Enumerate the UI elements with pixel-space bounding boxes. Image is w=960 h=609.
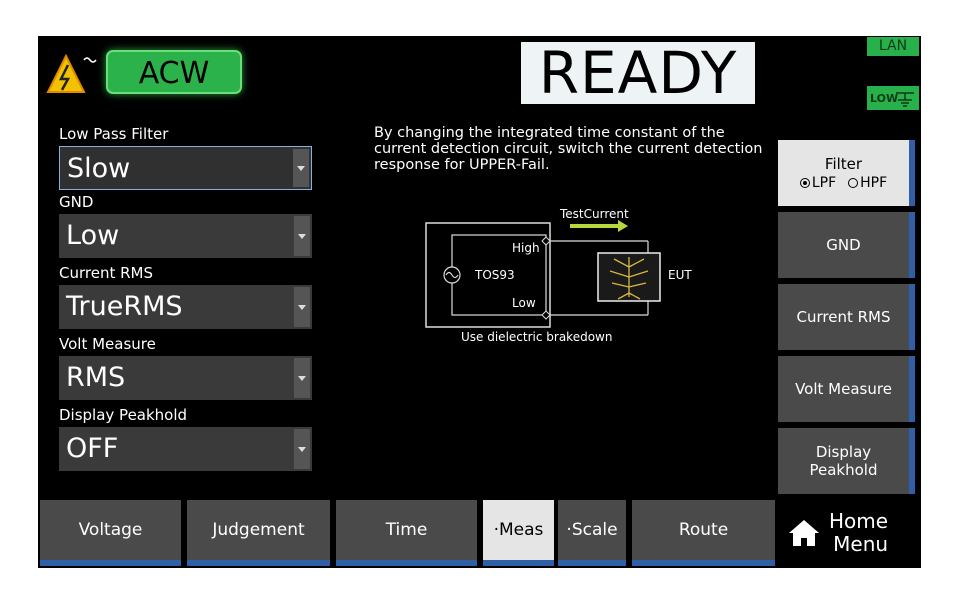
low-terminal-label: Low xyxy=(512,296,536,310)
gnd-value: Low xyxy=(66,220,120,251)
display-peakhold-label: Display Peakhold xyxy=(59,406,188,424)
lan-indicator: LAN xyxy=(867,37,919,56)
radio-selected-icon xyxy=(799,178,810,188)
gnd-label: GND xyxy=(59,193,94,211)
tab-voltage-label: Voltage xyxy=(78,520,143,540)
tab-route-label: Route xyxy=(678,520,729,540)
filter-softkey[interactable]: Filter LPF HPF xyxy=(778,140,915,206)
home-menu-label: Home Menu xyxy=(829,510,888,556)
lpf-radio-label: LPF xyxy=(811,175,837,191)
low-pass-filter-value: Slow xyxy=(67,153,131,184)
low-ground-indicator: LOW xyxy=(867,86,919,110)
tab-voltage[interactable]: Voltage xyxy=(40,500,181,566)
tab-meas[interactable]: ·Meas xyxy=(483,500,554,566)
tab-time[interactable]: Time xyxy=(336,500,477,566)
volt-measure-softkey[interactable]: Volt Measure xyxy=(778,356,915,422)
test-mode-indicator: ACW xyxy=(106,50,242,94)
home-label: Home xyxy=(829,509,889,533)
display-peakhold-softkey[interactable]: Display Peakhold xyxy=(778,428,915,494)
display-peakhold-select[interactable]: OFF xyxy=(59,427,312,471)
chevron-down-icon xyxy=(294,287,310,327)
eut-label: EUT xyxy=(668,268,692,282)
tab-judgement-label: Judgement xyxy=(212,520,305,540)
hpf-radio[interactable]: HPF xyxy=(848,175,887,191)
chevron-down-icon xyxy=(294,358,310,398)
filter-softkey-title: Filter xyxy=(824,155,863,173)
tab-route[interactable]: Route xyxy=(632,500,775,566)
display-peakhold-value: OFF xyxy=(66,433,119,464)
ground-icon xyxy=(896,92,914,107)
tab-scale[interactable]: ·Scale xyxy=(558,500,626,566)
instrument-screen: ACW READY LAN LOW Low Pass Filter Slow G… xyxy=(38,36,921,568)
volt-measure-select[interactable]: RMS xyxy=(59,356,312,400)
current-rms-value: TrueRMS xyxy=(66,291,183,322)
chevron-down-icon xyxy=(294,216,310,256)
lpf-radio[interactable]: LPF xyxy=(799,175,837,191)
tab-scale-label: ·Scale xyxy=(566,520,618,540)
display-peakhold-softkey-line1: Display xyxy=(815,443,872,461)
gnd-softkey[interactable]: GND xyxy=(778,212,915,278)
help-description: By changing the integrated time constant… xyxy=(374,125,763,173)
test-current-label: TestCurrent xyxy=(560,207,629,221)
current-rms-softkey-label: Current RMS xyxy=(796,308,891,326)
volt-measure-softkey-label: Volt Measure xyxy=(795,380,892,398)
current-rms-softkey[interactable]: Current RMS xyxy=(778,284,915,350)
low-pass-filter-label: Low Pass Filter xyxy=(59,125,169,143)
home-icon xyxy=(789,520,819,546)
menu-label: Menu xyxy=(833,532,889,556)
display-peakhold-softkey-line2: Peakhold xyxy=(809,461,878,479)
instrument-label: TOS93 xyxy=(475,268,515,282)
tab-meas-label: ·Meas xyxy=(493,520,544,540)
hpf-radio-label: HPF xyxy=(860,175,888,191)
status-display: READY xyxy=(521,42,755,104)
current-rms-select[interactable]: TrueRMS xyxy=(59,285,312,329)
gnd-select[interactable]: Low xyxy=(59,214,312,258)
chevron-down-icon xyxy=(293,149,309,187)
gnd-softkey-label: GND xyxy=(826,236,861,254)
radio-unselected-icon xyxy=(848,178,859,188)
chevron-down-icon xyxy=(294,429,310,469)
home-menu-button[interactable]: Home Menu xyxy=(781,500,919,566)
low-pass-filter-select[interactable]: Slow xyxy=(59,146,312,190)
current-rms-label: Current RMS xyxy=(59,264,153,282)
volt-measure-value: RMS xyxy=(66,362,126,393)
tab-judgement[interactable]: Judgement xyxy=(187,500,330,566)
diagram-caption: Use dielectric brakedown xyxy=(461,330,613,344)
filter-radio-group: LPF HPF xyxy=(799,175,887,191)
volt-measure-label: Volt Measure xyxy=(59,335,156,353)
tab-time-label: Time xyxy=(385,520,428,540)
high-voltage-warning-icon xyxy=(46,53,97,93)
high-terminal-label: High xyxy=(512,241,540,255)
